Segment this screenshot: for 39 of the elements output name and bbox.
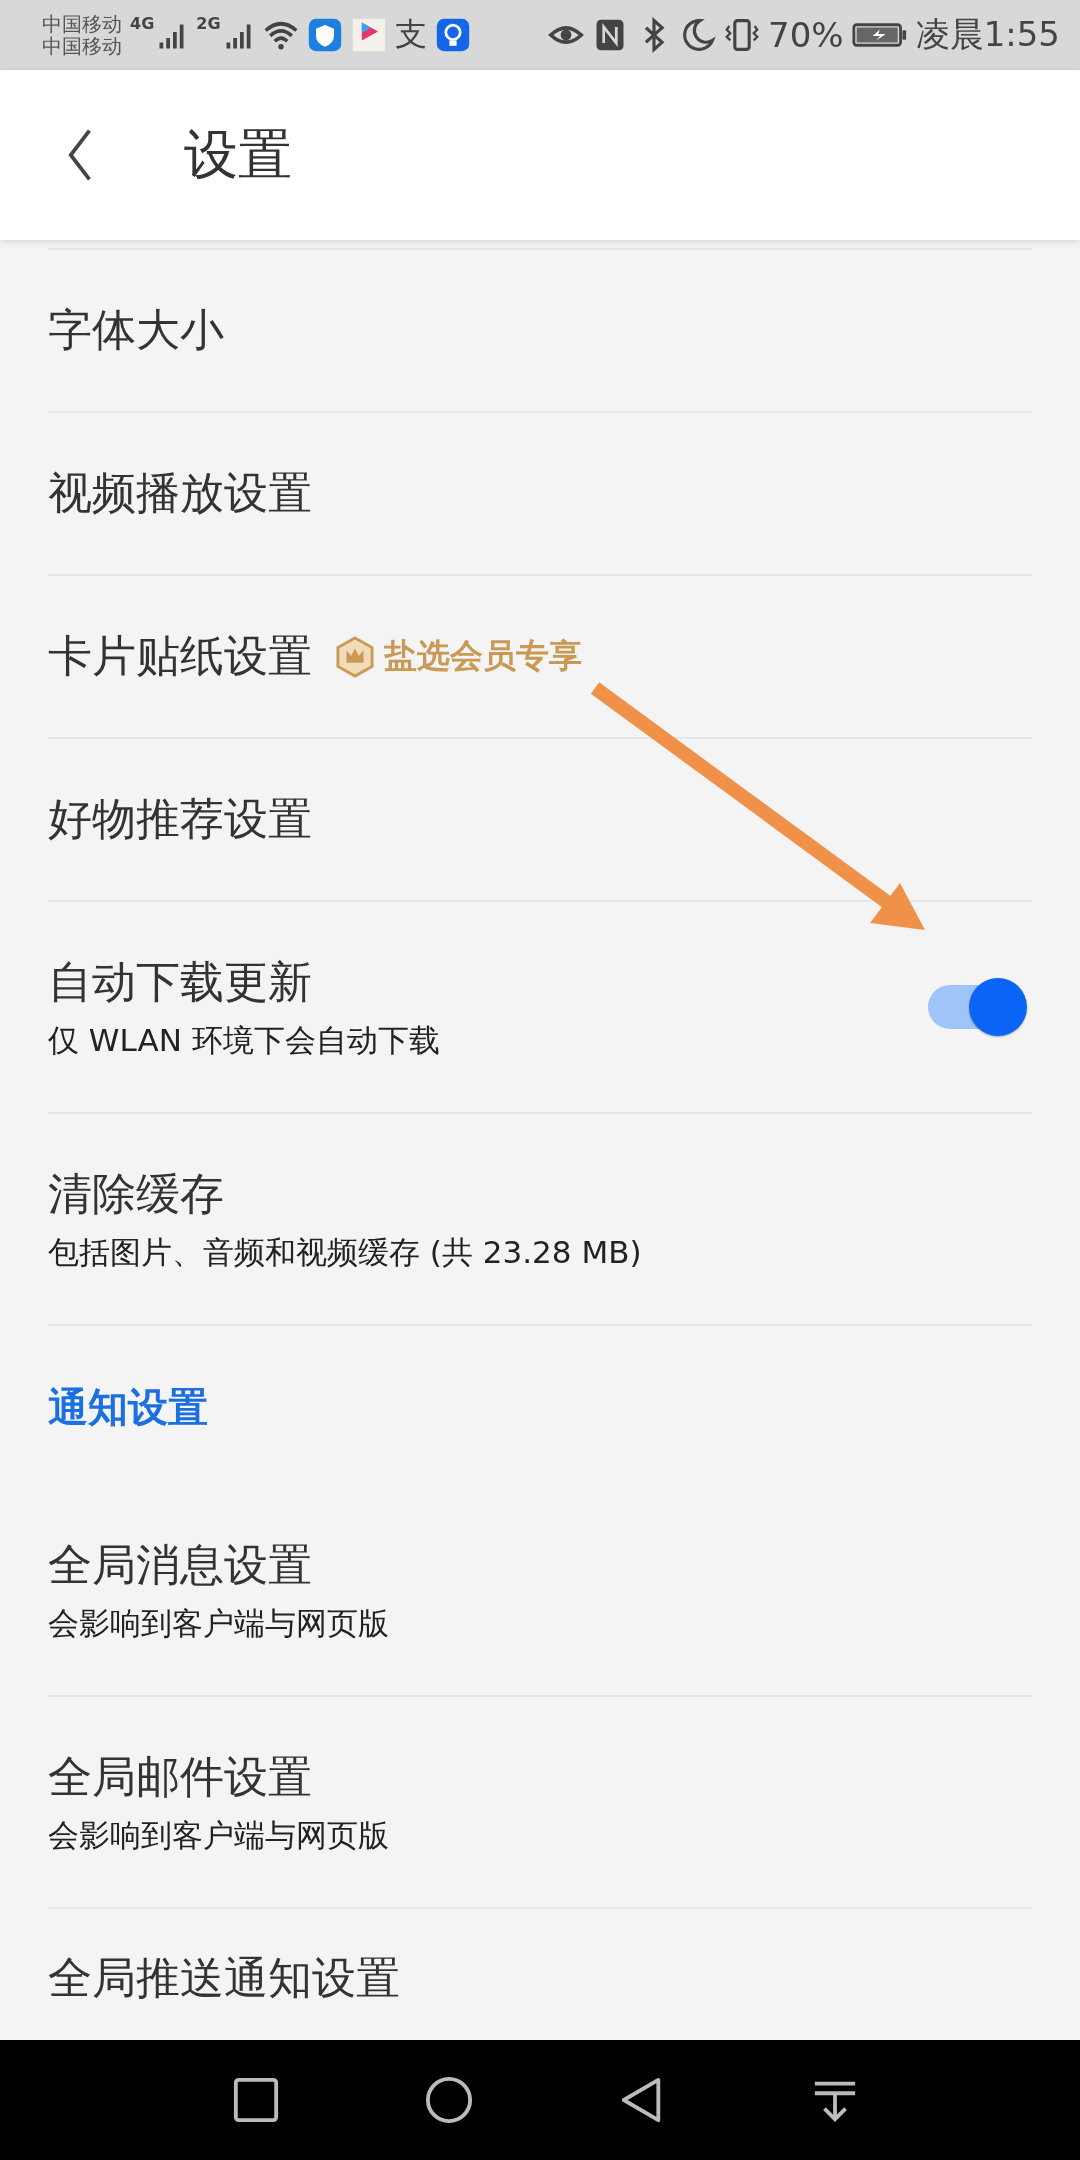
battery-percent: 70% (768, 15, 844, 55)
recent-apps-icon[interactable] (232, 2076, 280, 2124)
vibrate-icon (724, 17, 761, 53)
settings-item[interactable]: 全局消息设置 会影响到客户端与网页版 (48, 1485, 1032, 1695)
settings-item[interactable]: 清除缓存 包括图片、音频和视频缓存 (共 23.28 MB) (48, 1112, 1032, 1324)
settings-item[interactable]: 视频播放设置 (48, 411, 1032, 574)
item-subtitle: 会影响到客户端与网页版 (48, 1603, 390, 1643)
item-title: 全局推送通知设置 (48, 1951, 400, 2005)
settings-item[interactable]: 卡片贴纸设置 盐选会员专享 (48, 574, 1032, 737)
item-title: 好物推荐设置 (48, 792, 312, 846)
battery-charging-icon (851, 20, 908, 50)
lightbulb-app-icon[interactable] (434, 17, 471, 53)
item-title: 全局消息设置 (48, 1537, 312, 1592)
home-icon[interactable] (425, 2076, 473, 2124)
app-icon[interactable] (350, 17, 387, 53)
member-badge-label: 盐选会员专享 (384, 635, 582, 677)
item-title: 全局邮件设置 (48, 1749, 312, 1804)
item-title: 视频播放设置 (48, 466, 312, 520)
carrier-name: 中国移动 (42, 35, 122, 57)
app-glyph[interactable]: 支 (394, 13, 427, 57)
item-title: 字体大小 (48, 303, 224, 357)
settings-item[interactable]: 全局邮件设置 会影响到客户端与网页版 (48, 1695, 1032, 1907)
moon-icon (680, 17, 717, 53)
item-subtitle: 会影响到客户端与网页版 (48, 1815, 390, 1855)
page-title: 设置 (184, 121, 292, 188)
section-header: 通知设置 (48, 1384, 208, 1430)
item-title: 自动下载更新 (48, 954, 312, 1009)
clock: 凌晨1:55 (915, 13, 1060, 56)
network-type: 4G (130, 14, 155, 33)
settings-item[interactable]: 字体大小 (48, 248, 1032, 411)
settings-item[interactable]: 全局推送通知设置 (48, 1907, 1032, 2038)
carrier-name: 中国移动 (42, 13, 122, 35)
item-subtitle: 仅 WLAN 环境下会自动下载 (48, 1020, 441, 1060)
item-subtitle: 包括图片、音频和视频缓存 (共 23.28 MB) (48, 1232, 643, 1272)
item-title: 清除缓存 (48, 1166, 224, 1221)
shield-app-icon[interactable] (306, 17, 343, 53)
crown-icon (336, 635, 374, 678)
item-title: 卡片贴纸设置 (48, 629, 312, 683)
network-type: 2G (196, 14, 221, 33)
